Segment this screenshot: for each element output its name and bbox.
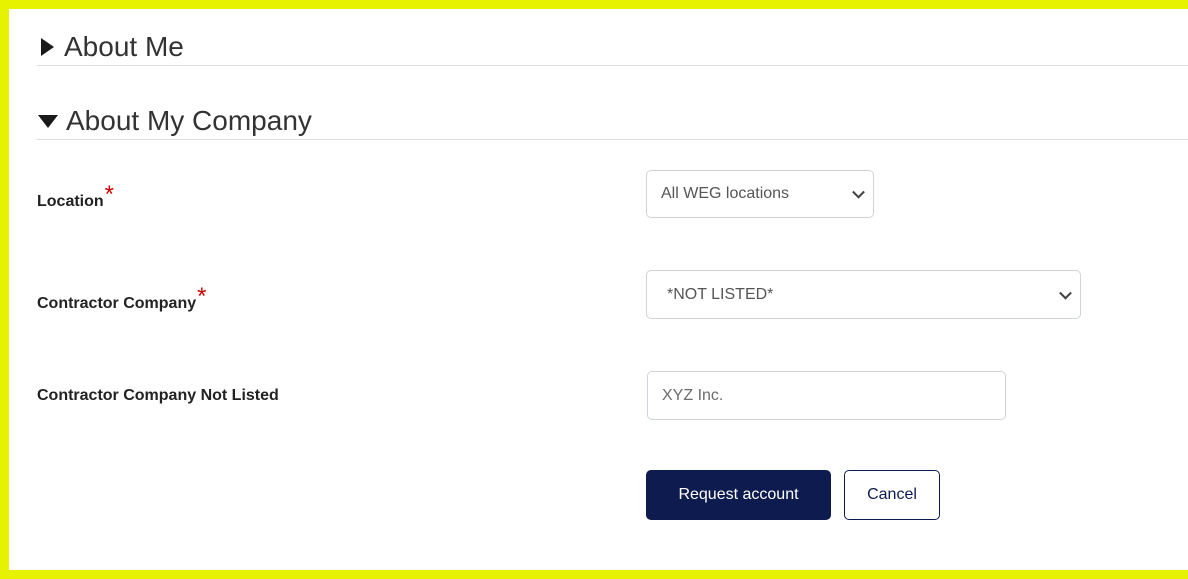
request-account-button[interactable]: Request account: [646, 470, 831, 520]
chevron-down-icon: [852, 185, 865, 199]
location-label: Location*: [37, 181, 114, 213]
contractor-company-select-value: *NOT LISTED*: [667, 285, 774, 303]
page: About Me About My Company Location* All …: [9, 9, 1188, 570]
cancel-button[interactable]: Cancel: [844, 470, 940, 520]
chevron-down-icon: [1059, 286, 1072, 300]
contractor-company-label-text: Contractor Company: [37, 295, 197, 312]
location-label-text: Location: [37, 193, 104, 210]
contractor-not-listed-label-text: Contractor Company Not Listed: [37, 387, 279, 404]
contractor-company-label: Contractor Company*: [37, 283, 206, 315]
required-marker: *: [104, 181, 115, 208]
section-about-company-title: About My Company: [66, 105, 312, 136]
contractor-not-listed-label: Contractor Company Not Listed: [37, 387, 279, 405]
section-about-company-header[interactable]: About My Company: [37, 103, 1188, 140]
contractor-company-select[interactable]: *NOT LISTED*: [646, 270, 1081, 319]
location-select[interactable]: All WEG locations: [646, 170, 874, 218]
location-select-value: All WEG locations: [661, 185, 790, 202]
section-about-me-title: About Me: [64, 31, 184, 62]
caret-down-icon: [38, 114, 58, 128]
section-about-me-header[interactable]: About Me: [37, 29, 1188, 66]
caret-right-icon: [41, 38, 54, 56]
required-marker: *: [197, 283, 207, 310]
contractor-not-listed-input[interactable]: [647, 371, 1006, 420]
